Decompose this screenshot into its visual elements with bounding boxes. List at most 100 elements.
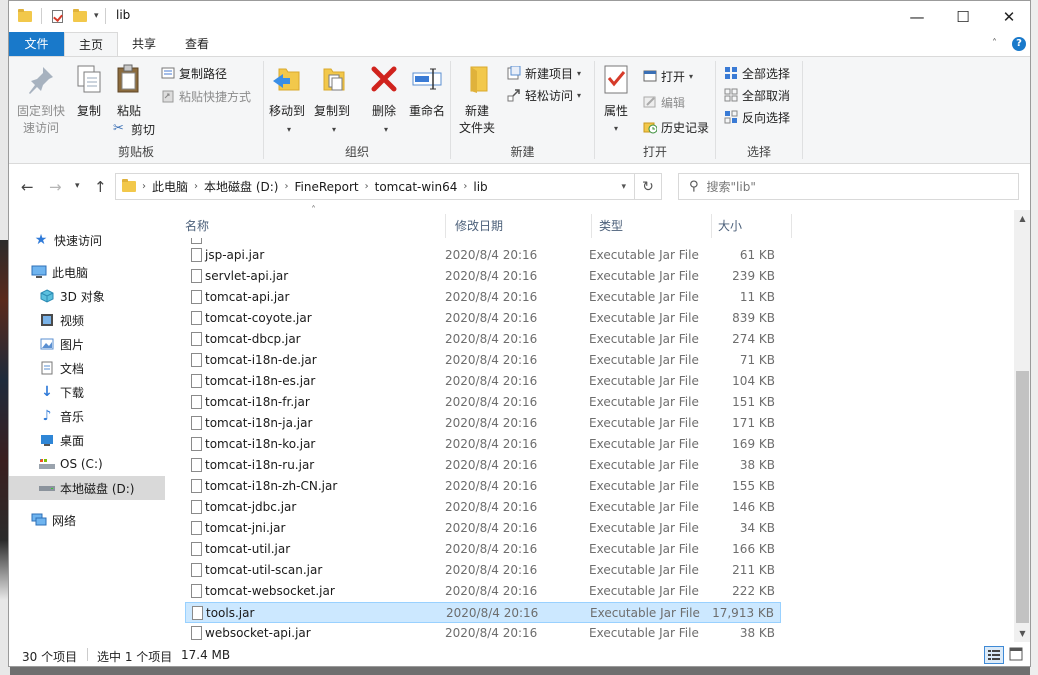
tab-file[interactable]: 文件 bbox=[9, 32, 64, 57]
paste-shortcut-button[interactable]: 粘贴快捷方式 bbox=[161, 86, 251, 106]
file-size: 155 KB bbox=[732, 479, 775, 493]
column-header-size[interactable]: 大小 bbox=[718, 214, 742, 238]
copy-button[interactable]: 复制 bbox=[72, 63, 106, 120]
table-row[interactable]: tomcat-i18n-es.jar 2020/8/4 20:16 Executab… bbox=[185, 371, 781, 392]
table-row[interactable]: tomcat-jni.jar 2020/8/4 20:16 Executable J… bbox=[185, 518, 781, 539]
nav-documents[interactable]: 文档 bbox=[9, 356, 165, 380]
address-history-chevron-icon[interactable]: ▾ bbox=[621, 182, 626, 192]
easy-access-button[interactable]: 轻松访问 ▾ bbox=[507, 85, 581, 105]
breadcrumb-this-pc[interactable]: 此电脑 bbox=[152, 178, 188, 195]
breadcrumb-tomcat[interactable]: tomcat-win64 bbox=[375, 180, 458, 194]
delete-button[interactable]: 删除▾ bbox=[368, 63, 400, 138]
invert-selection-button[interactable]: 反向选择 bbox=[724, 107, 790, 127]
details-view-icon[interactable] bbox=[984, 646, 1004, 664]
back-arrow-icon[interactable]: ← bbox=[21, 178, 34, 196]
table-row[interactable]: tomcat-i18n-zh-CN.jar 2020/8/4 20:16 Execu… bbox=[185, 476, 781, 497]
column-divider[interactable] bbox=[591, 214, 592, 238]
vertical-scrollbar[interactable]: ▲ ▼ bbox=[1014, 210, 1030, 642]
table-row[interactable]: tomcat-i18n-de.jar 2020/8/4 20:16 Executab… bbox=[185, 350, 781, 371]
column-header-name[interactable]: 名称 bbox=[185, 214, 209, 238]
table-row[interactable]: tomcat-i18n-fr.jar 2020/8/4 20:16 Executab… bbox=[185, 392, 781, 413]
nav-desktop[interactable]: 桌面 bbox=[9, 428, 165, 452]
nav-os-c[interactable]: OS (C:) bbox=[9, 452, 165, 476]
select-all-button[interactable]: 全部选择 bbox=[724, 63, 790, 83]
table-row[interactable]: tomcat-dbcp.jar 2020/8/4 20:16 Executable … bbox=[185, 329, 781, 350]
up-arrow-icon[interactable]: ↑ bbox=[94, 178, 107, 196]
dropdown-arrow-icon: ▾ bbox=[383, 125, 388, 134]
new-folder-label-2: 文件夹 bbox=[458, 121, 495, 135]
breadcrumb-finereport[interactable]: FineReport bbox=[294, 180, 358, 194]
file-name: tomcat-jdbc.jar bbox=[205, 500, 297, 514]
minimize-button[interactable]: — bbox=[894, 1, 940, 32]
tab-view[interactable]: 查看 bbox=[175, 32, 219, 57]
edit-button[interactable]: 编辑 bbox=[643, 92, 685, 112]
tab-share[interactable]: 共享 bbox=[123, 32, 165, 57]
paste-icon bbox=[117, 64, 139, 93]
table-row[interactable]: tomcat-util.jar 2020/8/4 20:16 Executable … bbox=[185, 539, 781, 560]
table-row[interactable]: tomcat-coyote.jar 2020/8/4 20:16 Executabl… bbox=[185, 308, 781, 329]
table-row[interactable]: tomcat-util-scan.jar 2020/8/4 20:16 Execut… bbox=[185, 560, 781, 581]
table-row[interactable]: websocket-api.jar 2020/8/4 20:16 Executabl… bbox=[185, 623, 781, 644]
refresh-icon[interactable]: ↻ bbox=[635, 173, 662, 200]
nav-videos[interactable]: 视频 bbox=[9, 308, 165, 332]
new-item-button[interactable]: 新建项目 ▾ bbox=[507, 63, 581, 83]
new-folder-button[interactable]: 新建 文件夹 bbox=[455, 63, 499, 137]
breadcrumb-local-disk[interactable]: 本地磁盘 (D:) bbox=[204, 178, 278, 195]
maximize-button[interactable]: ☐ bbox=[940, 1, 986, 32]
nav-local-disk-d[interactable]: 本地磁盘 (D:) bbox=[9, 476, 165, 500]
history-button[interactable]: 历史记录 bbox=[643, 117, 709, 137]
table-row[interactable]: servlet-api.jar 2020/8/4 20:16 Executable … bbox=[185, 266, 781, 287]
nav-network[interactable]: 网络 bbox=[9, 508, 165, 532]
collapse-ribbon-chevron-icon[interactable]: ˄ bbox=[992, 38, 997, 49]
column-divider[interactable] bbox=[445, 214, 446, 238]
nav-quick-access[interactable]: ★ 快速访问 bbox=[9, 228, 165, 252]
recent-locations-chevron-icon[interactable]: ▾ bbox=[75, 181, 80, 191]
move-to-button[interactable]: 移动到▾ bbox=[266, 63, 308, 138]
nav-pictures[interactable]: 图片 bbox=[9, 332, 165, 356]
column-divider[interactable] bbox=[711, 214, 712, 238]
table-row[interactable]: tomcat-websocket.jar 2020/8/4 20:16 Execut… bbox=[185, 581, 781, 602]
breadcrumb-lib[interactable]: lib bbox=[473, 180, 487, 194]
status-divider bbox=[87, 648, 88, 661]
scroll-up-arrow-icon[interactable]: ▲ bbox=[1014, 210, 1030, 227]
scroll-down-arrow-icon[interactable]: ▼ bbox=[1014, 625, 1030, 642]
nav-music[interactable]: ♪ 音乐 bbox=[9, 404, 165, 428]
file-type: Executable Jar File bbox=[589, 374, 699, 388]
properties-check-icon[interactable] bbox=[52, 9, 63, 23]
paste-label: 粘贴 bbox=[116, 104, 141, 118]
search-box[interactable]: ⚲ 搜索"lib" bbox=[678, 173, 1019, 200]
open-button[interactable]: 打开 ▾ bbox=[643, 66, 693, 86]
forward-arrow-icon[interactable]: → bbox=[49, 178, 62, 196]
address-bar[interactable]: › 此电脑 › 本地磁盘 (D:) › FineReport › tomcat-… bbox=[115, 173, 635, 200]
nav-downloads[interactable]: ↓ 下载 bbox=[9, 380, 165, 404]
nav-3d-objects[interactable]: 3D 对象 bbox=[9, 284, 165, 308]
table-row[interactable]: tomcat-i18n-ko.jar 2020/8/4 20:16 Executab… bbox=[185, 434, 781, 455]
select-none-button[interactable]: 全部取消 bbox=[724, 85, 790, 105]
table-row[interactable]: tomcat-jdbc.jar 2020/8/4 20:16 Executable … bbox=[185, 497, 781, 518]
new-folder-icon[interactable] bbox=[73, 8, 87, 22]
help-icon[interactable]: ? bbox=[1012, 37, 1026, 51]
cut-button[interactable]: ✂ 剪切 bbox=[113, 119, 155, 139]
table-row[interactable]: tomcat-i18n-ja.jar 2020/8/4 20:16 Executab… bbox=[185, 413, 781, 434]
copy-path-button[interactable]: 复制路径 bbox=[161, 63, 227, 83]
scrollbar-thumb[interactable] bbox=[1016, 371, 1029, 623]
tab-home[interactable]: 主页 bbox=[64, 32, 118, 57]
rename-button[interactable]: 重命名 bbox=[407, 63, 447, 120]
column-divider[interactable] bbox=[791, 214, 792, 238]
nav-this-pc[interactable]: 此电脑 bbox=[9, 260, 165, 284]
table-row[interactable]: tomcat-i18n-ru.jar 2020/8/4 20:16 Executab… bbox=[185, 455, 781, 476]
properties-button[interactable]: 属性 ▾ bbox=[599, 63, 633, 137]
copy-to-button[interactable]: 复制到▾ bbox=[311, 63, 353, 138]
large-icons-view-icon[interactable] bbox=[1007, 646, 1027, 664]
table-row[interactable]: tools.jar 2020/8/4 20:16 Executable Jar Fi… bbox=[185, 602, 781, 623]
new-folder-label-1: 新建 bbox=[464, 104, 489, 118]
table-row[interactable]: tomcat-api.jar 2020/8/4 20:16 Executable J… bbox=[185, 287, 781, 308]
table-row[interactable]: jsp-api.jar 2020/8/4 20:16 Executable Jar … bbox=[185, 245, 781, 266]
file-date: 2020/8/4 20:16 bbox=[445, 290, 538, 304]
customize-toolbar-chevron-icon[interactable]: ▾ bbox=[94, 11, 99, 21]
paste-button[interactable]: 粘贴 bbox=[112, 63, 146, 120]
column-header-type[interactable]: 类型 bbox=[599, 214, 623, 238]
pin-quick-access-button[interactable]: 固定到快 速访问 bbox=[13, 63, 69, 137]
column-header-date[interactable]: 修改日期 bbox=[455, 214, 503, 238]
close-button[interactable]: ✕ bbox=[986, 1, 1030, 32]
